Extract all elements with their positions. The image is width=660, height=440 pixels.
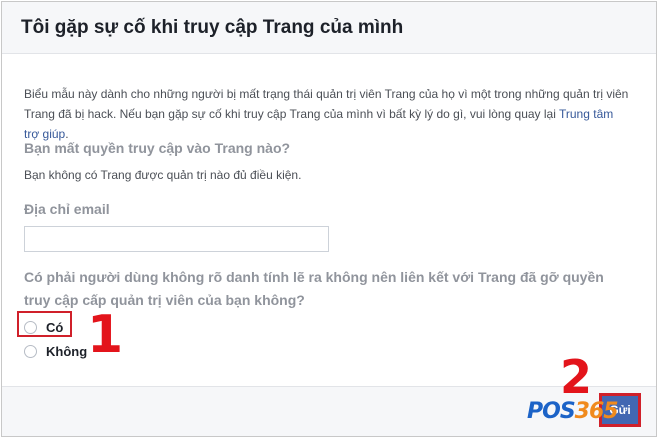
description-end: . [65, 127, 69, 141]
watermark-logo: POS365 [527, 399, 619, 424]
email-field[interactable] [24, 226, 329, 252]
logo-text-pos: POS [527, 399, 576, 424]
dialog-header: Tôi gặp sự cố khi truy cập Trang của mìn… [2, 2, 656, 54]
dialog-title: Tôi gặp sự cố khi truy cập Trang của mìn… [21, 17, 404, 38]
radio-option-no[interactable]: Không [24, 344, 87, 359]
form-description: Biểu mẫu này dành cho những người bị mất… [24, 84, 629, 144]
radio-button-no[interactable] [24, 345, 37, 358]
no-pages-note: Bạn không có Trang được quản trị nào đủ … [24, 168, 302, 182]
description-text: Biểu mẫu này dành cho những người bị mất… [24, 87, 629, 121]
email-label: Địa chỉ email [24, 201, 110, 217]
annotation-step-1: 1 [87, 305, 124, 365]
logo-text-365: 365 [574, 399, 619, 424]
page-question-label: Bạn mất quyền truy cập vào Trang nào? [24, 140, 291, 156]
help-form-dialog: Tôi gặp sự cố khi truy cập Trang của mìn… [1, 1, 657, 437]
highlight-box-yes [17, 311, 72, 337]
radio-label-no: Không [46, 344, 88, 359]
annotation-step-2: 2 [560, 350, 593, 404]
